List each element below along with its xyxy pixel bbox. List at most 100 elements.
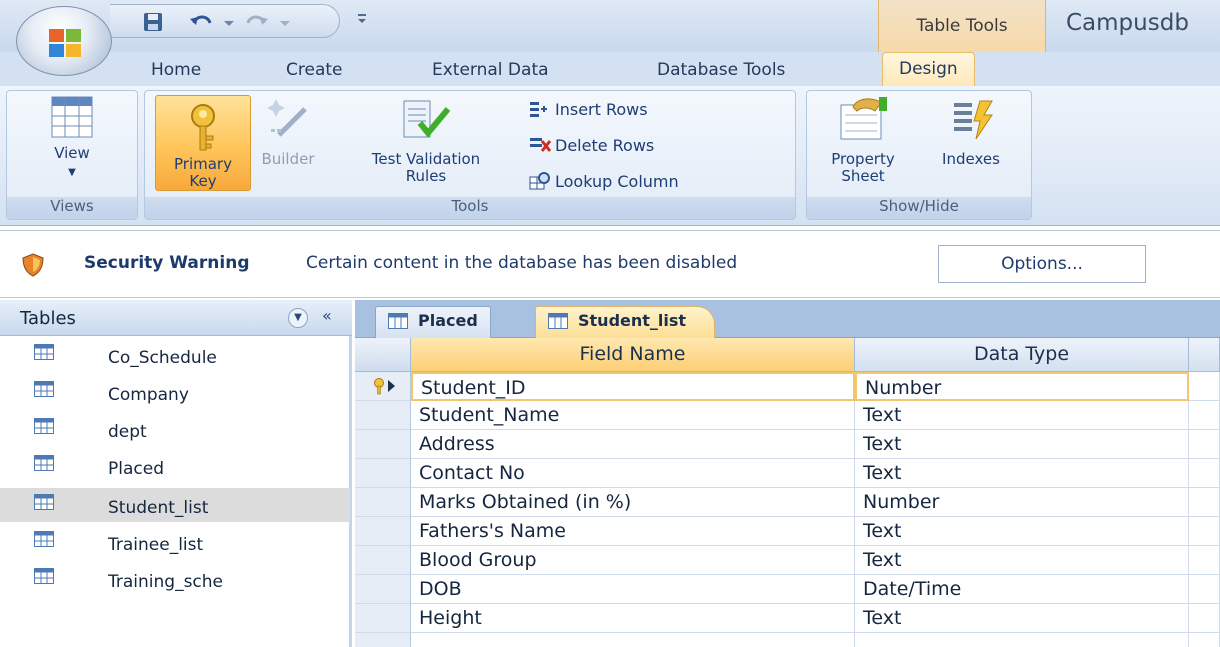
tab-external-data[interactable]: External Data	[432, 60, 549, 80]
row-selector[interactable]	[355, 401, 411, 430]
row-selector[interactable]	[355, 430, 411, 459]
delete-rows-button[interactable]: Delete Rows	[529, 135, 654, 155]
test-validation-label-1: Test Validation	[371, 150, 481, 168]
field-name-cell[interactable]: Contact No	[411, 459, 855, 488]
nav-item-training-sche[interactable]: Training_sche	[0, 562, 350, 596]
field-name-cell[interactable]: Blood Group	[411, 546, 855, 575]
description-cell[interactable]	[1189, 430, 1220, 459]
data-type-header: Data Type	[855, 338, 1189, 372]
data-type-cell[interactable]	[855, 633, 1189, 647]
doc-tab-student-list[interactable]: Student_list	[535, 306, 716, 338]
tools-group: Primary Key Builder Test Validation Rule…	[144, 90, 796, 220]
table-row[interactable]: Student_ID Number	[355, 372, 1220, 401]
data-type-cell[interactable]: Text	[855, 546, 1189, 575]
options-button[interactable]: Options...	[938, 245, 1146, 283]
window-title: Campusdb	[1066, 10, 1189, 36]
views-group-label: Views	[7, 197, 137, 219]
nav-item-student-list[interactable]: Student_list	[0, 488, 350, 522]
data-type-cell[interactable]: Number	[855, 488, 1189, 517]
primary-key-button[interactable]: Primary Key	[155, 95, 251, 191]
nav-item-co-schedule[interactable]: Co_Schedule	[0, 338, 350, 372]
nav-item-dept[interactable]: dept	[0, 412, 350, 446]
collapse-pane-icon[interactable]: «	[322, 306, 332, 325]
lookup-column-button[interactable]: Lookup Column	[529, 171, 679, 191]
row-selector[interactable]	[355, 575, 411, 604]
table-row[interactable]: Address Text	[355, 430, 1220, 459]
table-row[interactable]: Height Text	[355, 604, 1220, 633]
description-cell[interactable]	[1189, 604, 1220, 633]
nav-item-placed[interactable]: Placed	[0, 449, 350, 483]
row-selector[interactable]	[355, 633, 411, 647]
table-icon	[34, 531, 54, 547]
view-icon	[51, 96, 93, 138]
table-row[interactable]: Contact No Text	[355, 459, 1220, 488]
data-type-cell[interactable]: Text	[855, 517, 1189, 546]
table-row[interactable]: Marks Obtained (in %) Number	[355, 488, 1220, 517]
chevron-down-icon[interactable]: ▼	[288, 308, 308, 328]
tab-home[interactable]: Home	[151, 60, 201, 80]
row-selector[interactable]	[355, 546, 411, 575]
table-row[interactable]	[355, 633, 1220, 647]
description-cell[interactable]	[1189, 488, 1220, 517]
description-header	[1189, 338, 1220, 372]
row-selector[interactable]	[355, 517, 411, 546]
tab-database-tools[interactable]: Database Tools	[657, 60, 785, 80]
data-type-cell[interactable]: Text	[855, 430, 1189, 459]
data-type-cell[interactable]: Date/Time	[855, 575, 1189, 604]
description-cell[interactable]	[1189, 633, 1220, 647]
nav-pane-header[interactable]: Tables ▼ «	[0, 300, 352, 336]
description-cell[interactable]	[1189, 546, 1220, 575]
office-button[interactable]	[16, 6, 112, 76]
description-cell[interactable]	[1189, 517, 1220, 546]
data-type-cell[interactable]: Text	[855, 401, 1189, 430]
view-button[interactable]: View ▼	[17, 95, 127, 181]
nav-item-label: Student_list	[108, 498, 209, 518]
data-type-cell[interactable]: Text	[855, 459, 1189, 488]
insert-rows-button[interactable]: Insert Rows	[529, 99, 648, 119]
field-name-cell[interactable]: Student_Name	[411, 401, 855, 430]
doc-tab-placed[interactable]: Placed	[375, 306, 491, 338]
property-sheet-icon	[840, 97, 887, 140]
field-name-cell[interactable]: Height	[411, 604, 855, 633]
description-cell[interactable]	[1189, 575, 1220, 604]
row-selector[interactable]	[355, 604, 411, 633]
nav-pane-title: Tables	[20, 308, 76, 329]
builder-button: Builder	[253, 95, 323, 168]
customize-toolbar-icon[interactable]	[356, 8, 368, 30]
indexes-button[interactable]: Indexes	[921, 95, 1021, 168]
field-name-cell[interactable]	[411, 633, 855, 647]
save-icon[interactable]	[142, 11, 164, 33]
field-name-cell[interactable]: Student_ID	[411, 372, 855, 401]
table-row[interactable]: Student_Name Text	[355, 401, 1220, 430]
document-tabs: Placed Student_list	[355, 300, 1220, 338]
select-all-corner[interactable]	[355, 338, 411, 372]
data-type-cell[interactable]: Number	[855, 372, 1189, 401]
undo-icon[interactable]	[188, 11, 214, 33]
office-logo-icon	[49, 29, 81, 57]
nav-item-label: dept	[108, 422, 147, 442]
nav-item-trainee-list[interactable]: Trainee_list	[0, 525, 350, 559]
undo-dropdown-icon[interactable]	[222, 11, 236, 33]
chevron-down-icon: ▼	[68, 167, 76, 178]
table-row[interactable]: Fathers's Name Text	[355, 517, 1220, 546]
field-name-cell[interactable]: Marks Obtained (in %)	[411, 488, 855, 517]
table-row[interactable]: Blood Group Text	[355, 546, 1220, 575]
field-name-cell[interactable]: Fathers's Name	[411, 517, 855, 546]
row-selector[interactable]	[355, 372, 411, 401]
description-cell[interactable]	[1189, 372, 1220, 401]
row-selector[interactable]	[355, 488, 411, 517]
row-selector[interactable]	[355, 459, 411, 488]
table-row[interactable]: DOB Date/Time	[355, 575, 1220, 604]
property-sheet-button[interactable]: Property Sheet	[813, 95, 913, 185]
test-validation-rules-button[interactable]: Test Validation Rules	[321, 95, 531, 185]
indexes-icon	[954, 100, 993, 140]
nav-item-label: Training_sche	[108, 572, 224, 592]
data-type-cell[interactable]: Text	[855, 604, 1189, 633]
description-cell[interactable]	[1189, 459, 1220, 488]
field-name-cell[interactable]: DOB	[411, 575, 855, 604]
tab-design[interactable]: Design	[882, 52, 975, 88]
nav-item-company[interactable]: Company	[0, 375, 350, 409]
description-cell[interactable]	[1189, 401, 1220, 430]
field-name-cell[interactable]: Address	[411, 430, 855, 459]
tab-create[interactable]: Create	[286, 60, 343, 80]
